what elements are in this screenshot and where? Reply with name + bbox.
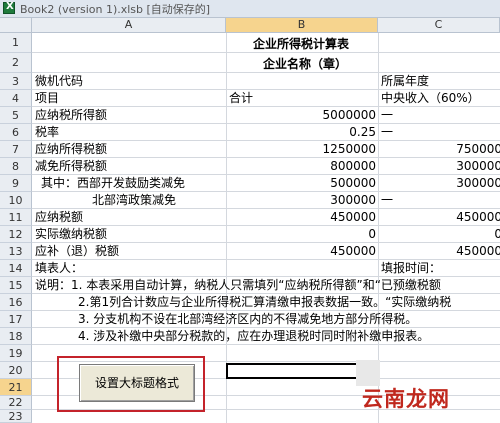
row-header[interactable]: 20 xyxy=(0,362,32,379)
cell-c14[interactable]: 填报时间： xyxy=(381,261,441,275)
grid-line xyxy=(32,191,500,192)
window-title: Book2 (version 1).xlsb [自动保存的] xyxy=(20,3,211,16)
grid-line xyxy=(32,259,500,260)
watermark-text: 云南龙网 xyxy=(362,387,450,411)
row-header[interactable]: 5 xyxy=(0,107,32,124)
cell-a7[interactable]: 应纳所得税额 xyxy=(35,142,107,156)
row-header[interactable]: 18 xyxy=(0,328,32,345)
cell-c6[interactable]: 一 xyxy=(381,125,393,139)
sheet-title: 企业所得税计算表 xyxy=(253,37,350,51)
grid-line xyxy=(32,157,500,158)
row-header[interactable]: 22 xyxy=(0,396,32,410)
cell-b6[interactable]: 0.25 xyxy=(228,125,376,139)
row-header[interactable]: 14 xyxy=(0,260,32,277)
grid-line xyxy=(32,327,500,328)
cell-a4[interactable]: 项目 xyxy=(35,91,59,105)
cell-a9[interactable]: 其中：西部开发鼓励类减免 xyxy=(41,176,185,190)
excel-icon xyxy=(3,1,15,14)
cell-b8[interactable]: 800000 xyxy=(228,159,376,173)
cell-c3[interactable]: 所属年度 xyxy=(381,74,429,88)
cell-a8[interactable]: 减免所得税额 xyxy=(35,159,107,173)
cell-b10[interactable]: 300000 xyxy=(228,193,376,207)
cell-a16[interactable]: 2.第1列合计数应与企业所得税汇算清缴申报表数据一致。“实际缴纳税 xyxy=(78,295,451,309)
grid-line xyxy=(32,123,500,124)
row-header[interactable]: 12 xyxy=(0,226,32,243)
grid-line xyxy=(32,89,500,90)
grid-line xyxy=(32,208,500,209)
row-header[interactable]: 1 xyxy=(0,33,32,53)
row-header[interactable]: 17 xyxy=(0,311,32,328)
row-header[interactable]: 2 xyxy=(0,53,32,73)
row-header[interactable]: 9 xyxy=(0,175,32,192)
cell-c8[interactable]: 300000 xyxy=(380,159,500,173)
cell-c13[interactable]: 450000 xyxy=(380,244,500,258)
cell-a11[interactable]: 应纳税额 xyxy=(35,210,83,224)
cell-a15[interactable]: 说明：1. 本表采用自动计算，纳税人只需填列“应纳税所得额”和“已预缴税额 xyxy=(35,278,441,292)
cell-a10[interactable]: 北部湾政策减免 xyxy=(92,193,176,207)
row-header[interactable]: 10 xyxy=(0,192,32,209)
grid-line xyxy=(32,276,500,277)
cell-b11[interactable]: 450000 xyxy=(228,210,376,224)
grid-line xyxy=(32,52,500,53)
cell-b5[interactable]: 5000000 xyxy=(228,108,376,122)
company-name-label: 企业名称（章） xyxy=(263,57,348,71)
active-cell-b21[interactable] xyxy=(226,363,358,379)
cell-a6[interactable]: 税率 xyxy=(35,125,59,139)
row-header[interactable]: 15 xyxy=(0,277,32,294)
grid-line xyxy=(32,293,500,294)
row-header[interactable]: 23 xyxy=(0,410,32,423)
row-header[interactable]: 7 xyxy=(0,141,32,158)
grid-line xyxy=(32,225,500,226)
row-header[interactable]: 4 xyxy=(0,90,32,107)
cell-b12[interactable]: 0 xyxy=(228,227,376,241)
grid-line xyxy=(32,310,500,311)
cell-a12[interactable]: 实际缴纳税额 xyxy=(35,227,107,241)
cell-a17[interactable]: 3. 分支机构不设在北部湾经济区内的不得减免地方部分所得税。 xyxy=(78,312,417,326)
row-header[interactable]: 21 xyxy=(0,379,32,396)
row-header[interactable]: 19 xyxy=(0,345,32,362)
cell-b7[interactable]: 1250000 xyxy=(228,142,376,156)
cell-a14[interactable]: 填表人： xyxy=(35,261,83,275)
row-header[interactable]: 13 xyxy=(0,243,32,260)
cell-a5[interactable]: 应纳税所得额 xyxy=(35,108,107,122)
column-header-b[interactable]: B xyxy=(226,18,378,33)
grid-line xyxy=(32,174,500,175)
cell-a18[interactable]: 4. 涉及补缴中央部分税款的，应在办理退税时同时附补缴申报表。 xyxy=(78,329,429,343)
cell-b4[interactable]: 合计 xyxy=(229,91,253,105)
grid-line xyxy=(32,140,500,141)
cell-b13[interactable]: 450000 xyxy=(228,244,376,258)
cell-c11[interactable]: 450000 xyxy=(380,210,500,224)
cell-c10[interactable]: 一 xyxy=(381,193,393,207)
window-titlebar: Book2 (version 1).xlsb [自动保存的] xyxy=(0,0,500,18)
row-header[interactable]: 16 xyxy=(0,294,32,311)
cell-c7[interactable]: 750000 xyxy=(380,142,500,156)
row-header[interactable]: 8 xyxy=(0,158,32,175)
cell-c5[interactable]: 一 xyxy=(381,108,393,122)
grid-line xyxy=(32,72,500,73)
column-header-a[interactable]: A xyxy=(32,18,226,33)
row-header[interactable]: 11 xyxy=(0,209,32,226)
cell-c9[interactable]: 300000 xyxy=(380,176,500,190)
grid-line xyxy=(32,344,500,345)
cell-a13[interactable]: 应补（退）税额 xyxy=(35,244,119,258)
grid-line xyxy=(32,242,500,243)
cell-c4[interactable]: 中央收入（60%） xyxy=(381,91,480,105)
select-all-corner[interactable] xyxy=(0,18,32,33)
row-header[interactable]: 6 xyxy=(0,124,32,141)
cell-c12[interactable]: 0 xyxy=(380,227,500,241)
row-header[interactable]: 3 xyxy=(0,73,32,90)
cell-b9[interactable]: 500000 xyxy=(228,176,376,190)
set-title-format-button[interactable]: 设置大标题格式 xyxy=(79,364,195,402)
column-header-c[interactable]: C xyxy=(378,18,500,33)
cell-a3[interactable]: 微机代码 xyxy=(35,74,83,88)
grid-line xyxy=(32,106,500,107)
